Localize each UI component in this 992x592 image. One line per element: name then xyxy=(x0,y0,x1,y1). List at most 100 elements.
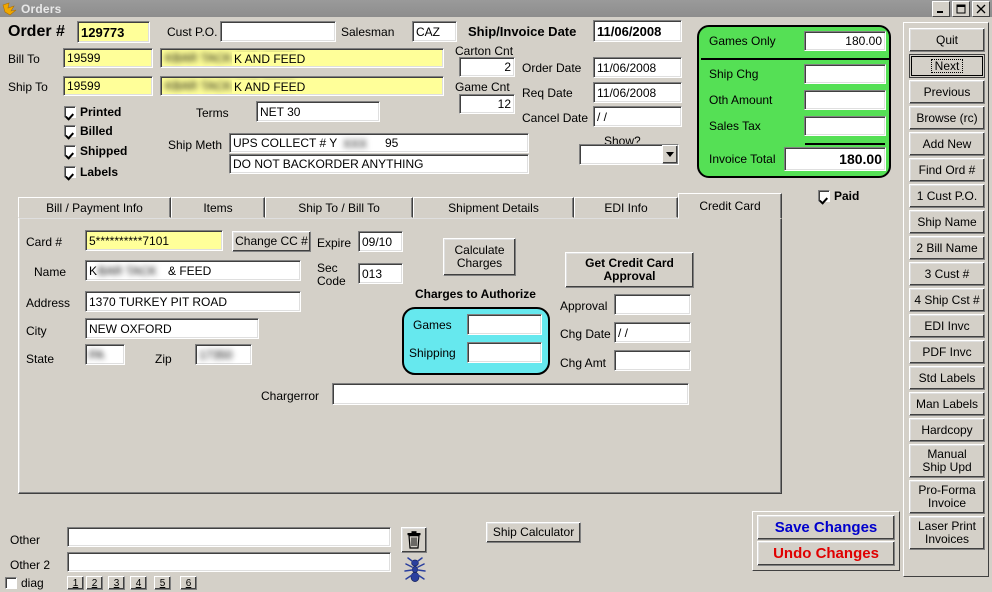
checkbox-diag[interactable]: diag xyxy=(5,576,44,590)
checkbox-paid-label: Paid xyxy=(834,189,860,203)
pdf-invoice-button[interactable]: PDF Invc xyxy=(909,340,985,364)
page-button-3[interactable]: 3 xyxy=(108,576,125,590)
ship-to-name-input[interactable]: KBAR TACK AND FEED K AND FEED xyxy=(160,76,444,96)
ship-name-search-button[interactable]: Ship Name xyxy=(909,210,985,234)
sales-tax-value[interactable] xyxy=(804,116,886,136)
checkbox-billed-box[interactable] xyxy=(64,125,76,137)
edi-invoice-button[interactable]: EDI Invc xyxy=(909,314,985,338)
order-no-input[interactable]: 129773 xyxy=(77,21,150,43)
get-credit-card-approval-button[interactable]: Get Credit Card Approval xyxy=(565,252,694,288)
bill-to-name-input[interactable]: KBAR TACK AND FEED K AND FEED xyxy=(160,48,444,68)
ant-bug-icon[interactable] xyxy=(403,557,427,583)
ship-to-code-input[interactable]: 19599 xyxy=(63,76,153,96)
page-button-5[interactable]: 5 xyxy=(154,576,171,590)
other2-input[interactable] xyxy=(67,552,391,572)
page-button-6[interactable]: 6 xyxy=(180,576,197,590)
tab-edi-info[interactable]: EDI Info xyxy=(574,197,678,218)
pro-forma-invoice-button[interactable]: Pro-Forma Invoice xyxy=(909,480,985,514)
bill-to-code-input[interactable]: 19599 xyxy=(63,48,153,68)
chargerror-input[interactable] xyxy=(332,383,689,405)
salesman-input[interactable]: CAZ xyxy=(412,21,457,42)
zip-input[interactable]: 17350 xyxy=(195,344,252,365)
checkbox-diag-box[interactable] xyxy=(5,577,17,589)
tab-bill-payment-info[interactable]: Bill / Payment Info xyxy=(18,197,171,218)
terms-input[interactable]: NET 30 xyxy=(256,101,380,122)
charges-games-input[interactable] xyxy=(467,314,542,335)
previous-button[interactable]: Previous xyxy=(909,80,985,104)
maximize-icon[interactable] xyxy=(952,1,970,17)
chg-amt-input[interactable] xyxy=(614,350,691,371)
tab-credit-card[interactable]: Credit Card xyxy=(678,193,782,219)
expire-input[interactable]: 09/10 xyxy=(358,231,403,252)
city-input[interactable]: NEW OXFORD xyxy=(85,318,259,339)
browse-button[interactable]: Browse (rc) xyxy=(909,106,985,130)
checkbox-diag-label: diag xyxy=(21,576,44,590)
games-only-value[interactable]: 180.00 xyxy=(804,31,886,51)
oth-amount-value[interactable] xyxy=(804,90,886,110)
order-date-input[interactable]: 11/06/2008 xyxy=(593,57,682,78)
close-icon[interactable] xyxy=(972,1,990,17)
tab-ship-to-bill-to[interactable]: Ship To / Bill To xyxy=(265,197,413,218)
other-input[interactable] xyxy=(67,527,391,547)
quit-button[interactable]: Quit xyxy=(909,28,985,52)
cust-number-search-button[interactable]: 3 Cust # xyxy=(909,262,985,286)
checkbox-printed-box[interactable] xyxy=(64,106,76,118)
address-input[interactable]: 1370 TURKEY PIT ROAD xyxy=(85,291,301,312)
checkbox-billed[interactable]: Billed xyxy=(64,124,113,138)
page-button-2[interactable]: 2 xyxy=(86,576,103,590)
man-labels-button[interactable]: Man Labels xyxy=(909,392,985,416)
ship-chg-value[interactable] xyxy=(804,64,886,84)
ship-meth-input[interactable]: UPS COLLECT # Y XXX 95 xyxy=(229,133,529,153)
checkbox-labels-box[interactable] xyxy=(64,166,76,178)
charges-shipping-input[interactable] xyxy=(467,342,542,363)
ship-invoice-date-input[interactable]: 11/06/2008 xyxy=(593,20,682,42)
sec-code-input[interactable]: 013 xyxy=(358,263,403,284)
oth-amount-label: Oth Amount xyxy=(709,93,773,107)
other-label: Other xyxy=(10,533,41,547)
checkbox-paid-box[interactable] xyxy=(818,190,830,202)
cust-po-search-button[interactable]: 1 Cust P.O. xyxy=(909,184,985,208)
cancel-date-input[interactable]: / / xyxy=(593,106,682,127)
hardcopy-button[interactable]: Hardcopy xyxy=(909,418,985,442)
ship-cust-number-search-button[interactable]: 4 Ship Cst # xyxy=(909,288,985,312)
change-cc-button[interactable]: Change CC # xyxy=(232,231,311,252)
state-input[interactable]: PA xyxy=(85,344,125,365)
approval-input[interactable] xyxy=(614,294,691,315)
manual-ship-update-button[interactable]: Manual Ship Upd xyxy=(909,444,985,478)
carton-cnt-input[interactable]: 2 xyxy=(459,57,515,77)
sec-code-label: Sec Code xyxy=(317,261,346,288)
minimize-icon[interactable] xyxy=(932,1,950,17)
checkbox-shipped-box[interactable] xyxy=(64,145,76,157)
show-dropdown[interactable] xyxy=(579,144,679,165)
std-labels-button[interactable]: Std Labels xyxy=(909,366,985,390)
card-number-input[interactable]: 5**********7101 xyxy=(85,230,223,251)
save-changes-button[interactable]: Save Changes xyxy=(757,515,895,540)
checkbox-paid[interactable]: Paid xyxy=(818,189,859,203)
trash-can-icon[interactable] xyxy=(401,527,427,553)
cust-po-input[interactable] xyxy=(220,21,336,42)
invoice-total-value[interactable]: 180.00 xyxy=(784,147,886,171)
laser-print-invoices-button[interactable]: Laser Print Invoices xyxy=(909,516,985,550)
page-button-1[interactable]: 1 xyxy=(67,576,84,590)
chg-date-input[interactable]: / / xyxy=(614,322,691,343)
ship-calculator-button[interactable]: Ship Calculator xyxy=(486,522,581,543)
ship-note-input[interactable]: DO NOT BACKORDER ANYTHING xyxy=(229,154,529,174)
chevron-down-icon[interactable] xyxy=(662,145,678,164)
checkbox-labels[interactable]: Labels xyxy=(64,165,118,179)
tab-shipment-details[interactable]: Shipment Details xyxy=(413,197,574,218)
game-cnt-input[interactable]: 12 xyxy=(459,94,515,114)
undo-changes-button[interactable]: Undo Changes xyxy=(757,541,895,566)
calculate-charges-button[interactable]: Calculate Charges xyxy=(443,238,516,276)
cardholder-name-input[interactable]: K BAR TACK & FEED xyxy=(85,260,301,281)
tab-items[interactable]: Items xyxy=(171,197,265,218)
req-date-input[interactable]: 11/06/2008 xyxy=(593,82,682,103)
checkbox-printed[interactable]: Printed xyxy=(64,105,121,119)
next-button[interactable]: Next xyxy=(909,54,985,78)
checkbox-shipped[interactable]: Shipped xyxy=(64,144,127,158)
page-button-4[interactable]: 4 xyxy=(130,576,147,590)
find-order-button[interactable]: Find Ord # xyxy=(909,158,985,182)
bill-name-search-button[interactable]: 2 Bill Name xyxy=(909,236,985,260)
add-new-button[interactable]: Add New xyxy=(909,132,985,156)
checkbox-labels-label: Labels xyxy=(80,165,119,179)
save-undo-group: Save Changes Undo Changes xyxy=(752,511,900,571)
